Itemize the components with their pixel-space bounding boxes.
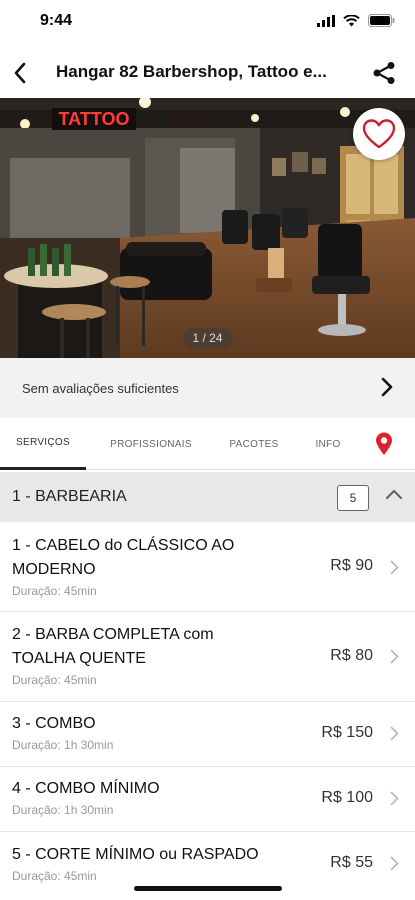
share-icon: [373, 62, 395, 84]
gallery-photo[interactable]: TATTOO 1 / 24: [0, 98, 415, 358]
section-title: 1 - BARBEARIA: [12, 488, 127, 505]
service-duration: Duração: 45min: [12, 869, 97, 883]
service-name: 1 - CABELO do CLÁSSICO AO MODERNO: [12, 537, 235, 578]
chevron-right-icon: [390, 791, 399, 806]
back-button[interactable]: [6, 58, 34, 88]
chevron-right-icon: [390, 726, 399, 741]
list-item[interactable]: 1 - CABELO do CLÁSSICO AO MODERNO Duraçã…: [0, 522, 415, 612]
tab-info[interactable]: INFO: [302, 418, 354, 470]
service-name: 5 - CORTE MÍNIMO ou RASPADO: [12, 846, 259, 863]
status-time: 9:44: [40, 12, 73, 29]
service-duration: Duração: 1h 30min: [12, 738, 114, 752]
status-bar: 9:44: [0, 0, 415, 48]
map-pin-icon: [376, 432, 392, 455]
tattoo-sign: TATTOO: [59, 109, 130, 129]
photo-counter: 1 / 24: [182, 328, 233, 348]
service-name: 4 - COMBO MÍNIMO: [12, 780, 160, 797]
reviews-row[interactable]: Sem avaliações suficientes: [0, 358, 415, 418]
service-price: R$ 150: [321, 724, 373, 741]
heart-icon: [362, 119, 396, 149]
tab-map[interactable]: [362, 418, 406, 470]
chevron-up-icon[interactable]: [385, 488, 403, 500]
status-icons: [317, 14, 395, 27]
service-duration: Duração: 45min: [12, 673, 97, 687]
tab-profissionais[interactable]: PROFISSIONAIS: [96, 418, 206, 470]
share-button[interactable]: [369, 58, 399, 88]
reviews-text: Sem avaliações suficientes: [22, 380, 179, 396]
list-item[interactable]: 4 - COMBO MÍNIMO Duração: 1h 30min R$ 10…: [0, 767, 415, 832]
list-item[interactable]: 3 - COMBO Duração: 1h 30min R$ 150: [0, 702, 415, 767]
signal-icon: [317, 14, 335, 27]
section-count-badge: 5: [337, 485, 369, 511]
battery-icon: [368, 14, 395, 27]
page-title: Hangar 82 Barbershop, Tattoo e...: [56, 62, 327, 81]
chevron-right-icon: [390, 560, 399, 575]
service-price: R$ 100: [321, 789, 373, 806]
list-item[interactable]: 2 - BARBA COMPLETA com TOALHA QUENTE Dur…: [0, 612, 415, 702]
tab-pacotes[interactable]: PACOTES: [216, 418, 292, 470]
section-header-barbearia[interactable]: 1 - BARBEARIA 5: [0, 472, 415, 522]
chevron-right-icon: [390, 649, 399, 664]
service-name: 2 - BARBA COMPLETA com TOALHA QUENTE: [12, 626, 214, 667]
chevron-right-icon: [381, 377, 393, 397]
tab-servicos[interactable]: SERVIÇOS: [0, 418, 86, 470]
service-price: R$ 80: [330, 647, 373, 664]
navigation-bar: Hangar 82 Barbershop, Tattoo e...: [0, 48, 415, 98]
wifi-icon: [343, 14, 360, 26]
service-duration: Duração: 1h 30min: [12, 803, 114, 817]
service-price: R$ 90: [330, 557, 373, 574]
home-indicator[interactable]: [134, 886, 282, 891]
chevron-right-icon: [390, 856, 399, 871]
back-arrow-icon: [14, 62, 26, 84]
service-price: R$ 55: [330, 854, 373, 871]
favorite-button[interactable]: [353, 108, 405, 160]
service-name: 3 - COMBO: [12, 715, 96, 732]
tab-bar: SERVIÇOS PROFISSIONAIS PACOTES INFO: [0, 418, 415, 470]
service-duration: Duração: 45min: [12, 584, 97, 598]
